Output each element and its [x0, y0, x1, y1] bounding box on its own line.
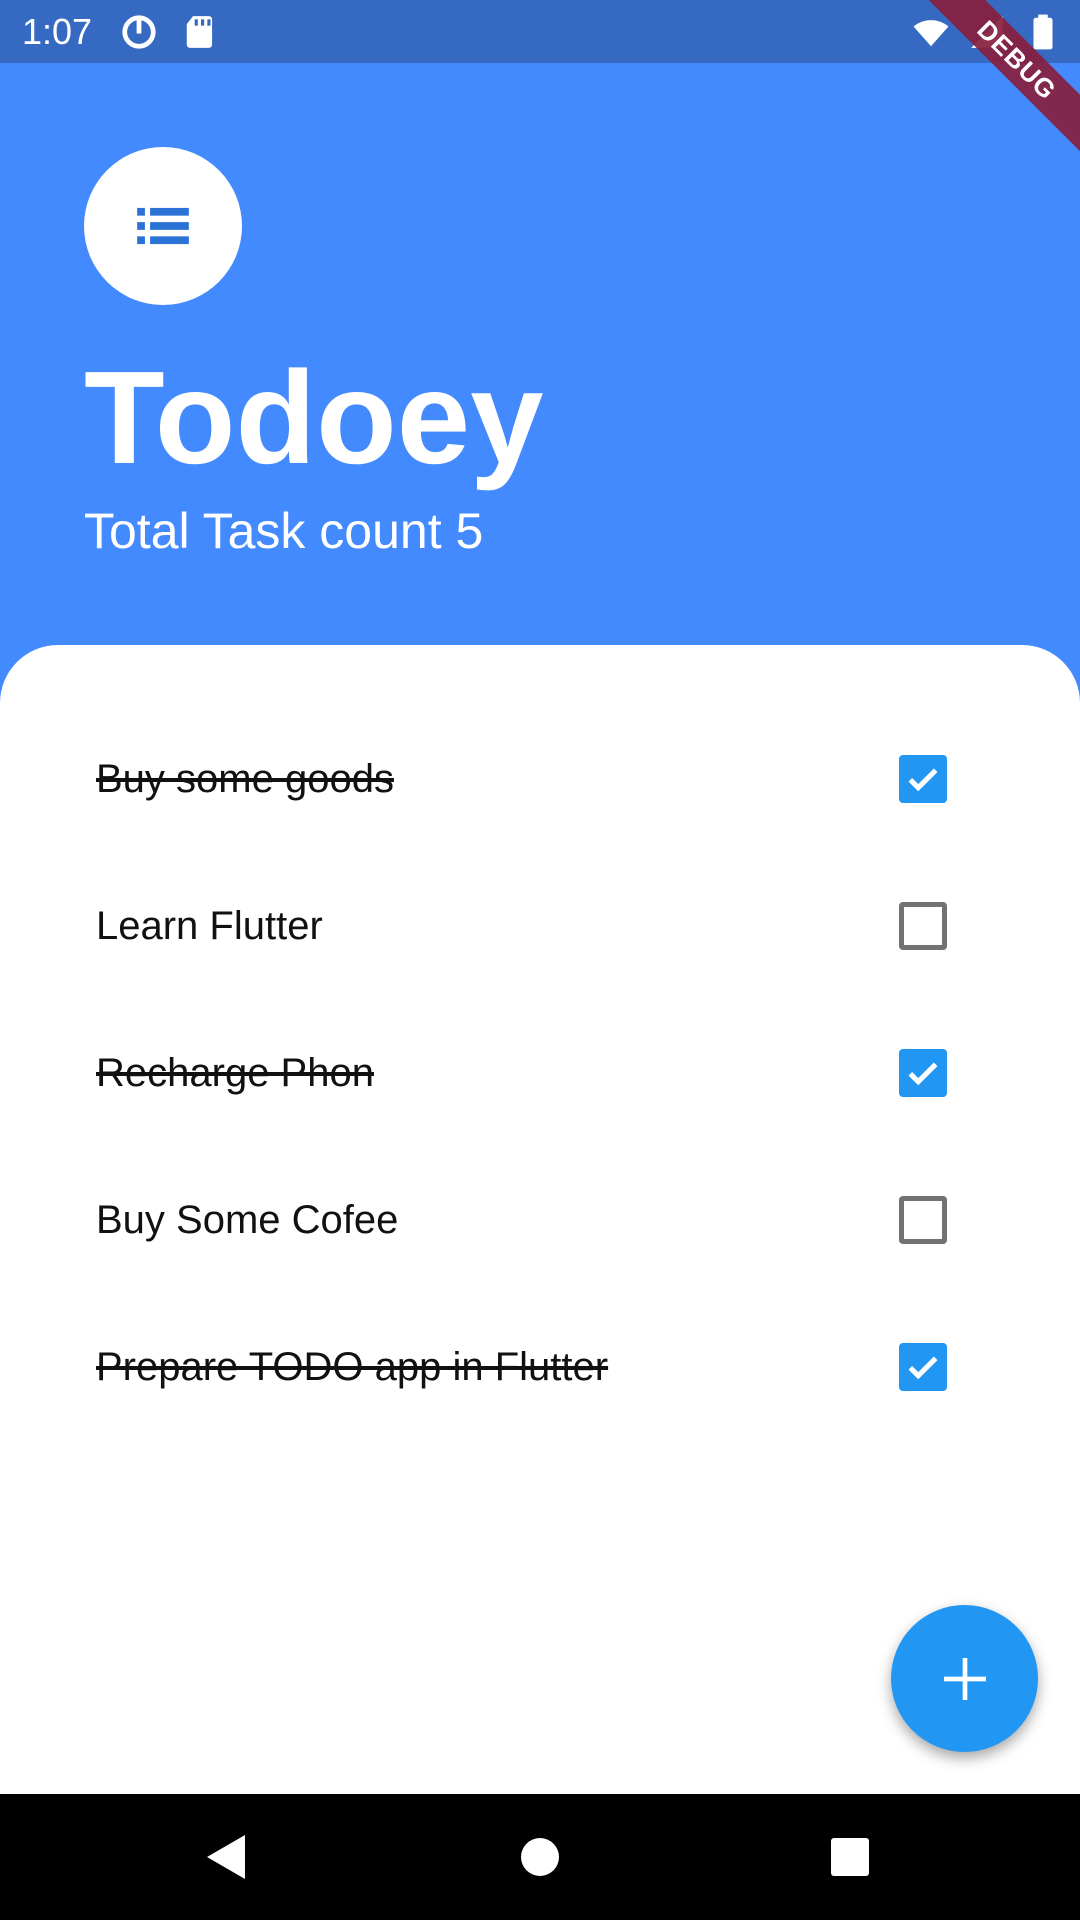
- task-checkbox[interactable]: [899, 901, 947, 950]
- task-row[interactable]: Prepare TODO app in Flutter: [0, 1293, 1080, 1440]
- task-count: Total Task count 5: [84, 503, 484, 559]
- data-saver-icon: [122, 15, 156, 49]
- add-task-button[interactable]: [891, 1605, 1038, 1752]
- task-row[interactable]: Buy some goods: [0, 705, 1080, 852]
- plus-icon: [943, 1657, 986, 1700]
- task-checkbox[interactable]: [899, 1195, 947, 1244]
- cell-signal-icon: [971, 16, 1003, 48]
- task-label: Buy Some Cofee: [96, 1197, 399, 1242]
- task-row[interactable]: Learn Flutter: [0, 852, 1080, 999]
- task-list: Buy some goods Learn Flutter Recharge Ph…: [0, 705, 1080, 1440]
- back-icon: [207, 1835, 245, 1879]
- nav-back-button[interactable]: [195, 1827, 255, 1887]
- home-icon: [521, 1838, 559, 1876]
- checkmark-icon: [908, 1356, 938, 1379]
- sd-card-icon: [186, 16, 213, 48]
- task-row[interactable]: Buy Some Cofee: [0, 1146, 1080, 1293]
- task-checkbox[interactable]: [899, 754, 947, 803]
- checkmark-icon: [908, 1062, 938, 1085]
- nav-recents-button[interactable]: [820, 1827, 880, 1887]
- task-checkbox[interactable]: [899, 1342, 947, 1391]
- checkmark-icon: [908, 768, 938, 791]
- list-icon: [137, 207, 189, 245]
- task-label: Prepare TODO app in Flutter: [96, 1344, 609, 1389]
- wifi-icon: [913, 20, 949, 47]
- header: Todoey Total Task count 5: [0, 63, 1080, 663]
- recents-icon: [831, 1838, 869, 1876]
- nav-home-button[interactable]: [510, 1827, 570, 1887]
- status-left-icons: [120, 13, 220, 51]
- task-label: Buy some goods: [96, 756, 394, 801]
- status-time: 1:07: [22, 11, 93, 52]
- task-row[interactable]: Recharge Phon: [0, 999, 1080, 1146]
- navigation-bar: [0, 1794, 1080, 1920]
- logo-badge: [84, 147, 242, 305]
- battery-icon: [1033, 14, 1053, 50]
- task-checkbox[interactable]: [899, 1048, 947, 1097]
- task-label: Learn Flutter: [96, 903, 323, 948]
- app-title: Todoey: [84, 344, 544, 491]
- task-label: Recharge Phon: [96, 1050, 374, 1095]
- status-right-icons: [912, 13, 1062, 51]
- status-bar: 1:07: [0, 0, 1080, 63]
